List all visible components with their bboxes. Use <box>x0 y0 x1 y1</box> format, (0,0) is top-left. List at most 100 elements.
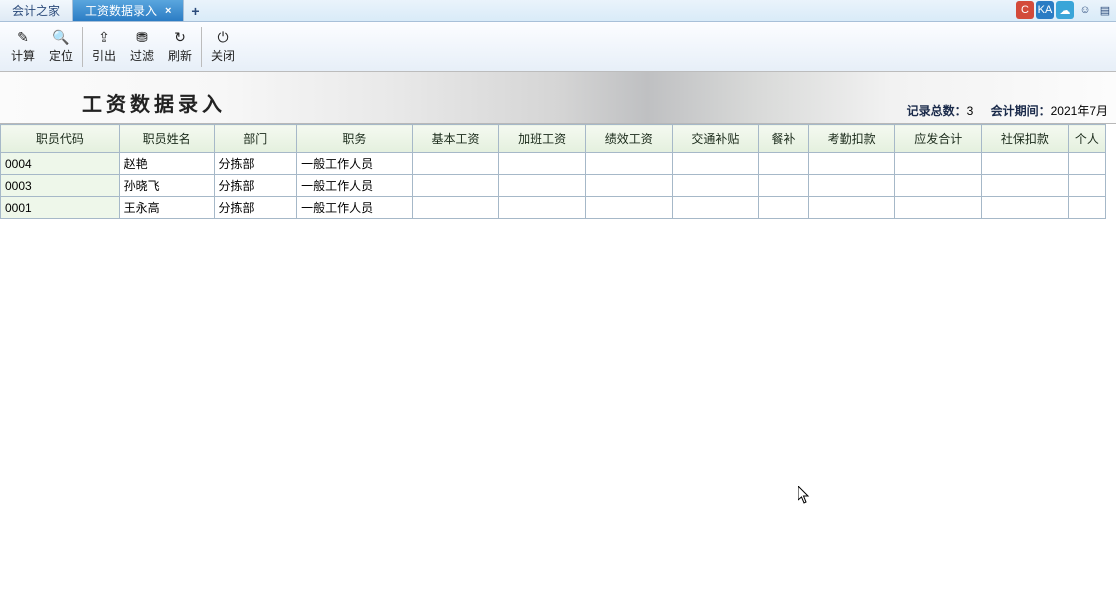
refresh-icon: ↻ <box>172 29 188 45</box>
grid-wrapper[interactable]: 职员代码 职员姓名 部门 职务 基本工资 加班工资 绩效工资 交通补贴 餐补 考… <box>0 124 1116 605</box>
chat-icon[interactable]: ▤ <box>1096 1 1114 19</box>
table-row[interactable]: 0004赵艳分拣部一般工作人员 <box>1 153 1106 175</box>
cell-payable[interactable] <box>895 175 982 197</box>
export-label: 引出 <box>92 47 116 64</box>
c-icon[interactable]: C <box>1016 1 1034 19</box>
cell-attend[interactable] <box>808 175 895 197</box>
col-ot[interactable]: 加班工资 <box>499 125 586 153</box>
record-count-value: 3 <box>967 104 974 118</box>
cell-attend[interactable] <box>808 197 895 219</box>
col-personal[interactable]: 个人 <box>1068 125 1105 153</box>
cell-duty[interactable]: 一般工作人员 <box>297 197 413 219</box>
cell-personal[interactable] <box>1068 153 1105 175</box>
cell-transport[interactable] <box>672 175 759 197</box>
cell-perf[interactable] <box>585 153 672 175</box>
locate-label: 定位 <box>49 47 73 64</box>
cell-name[interactable]: 王永高 <box>119 197 214 219</box>
col-payable[interactable]: 应发合计 <box>895 125 982 153</box>
col-base[interactable]: 基本工资 <box>412 125 499 153</box>
tab-accounting-home[interactable]: 会计之家 <box>0 0 73 21</box>
col-transport[interactable]: 交通补贴 <box>672 125 759 153</box>
tab-label: 会计之家 <box>12 2 60 19</box>
calc-icon: ✎ <box>15 29 31 45</box>
filter-label: 过滤 <box>130 47 154 64</box>
cell-code[interactable]: 0004 <box>1 153 120 175</box>
col-attend[interactable]: 考勤扣款 <box>808 125 895 153</box>
cell-perf[interactable] <box>585 175 672 197</box>
cell-name[interactable]: 孙晓飞 <box>119 175 214 197</box>
col-name[interactable]: 职员姓名 <box>119 125 214 153</box>
col-meal[interactable]: 餐补 <box>759 125 809 153</box>
cell-social[interactable] <box>982 197 1069 219</box>
banner-info: 记录总数：3 会计期间：2021年7月 <box>893 102 1108 119</box>
cell-dept[interactable]: 分拣部 <box>214 153 297 175</box>
cell-payable[interactable] <box>895 153 982 175</box>
table-row[interactable]: 0003孙晓飞分拣部一般工作人员 <box>1 175 1106 197</box>
toolbar-separator <box>201 27 202 67</box>
cell-transport[interactable] <box>672 197 759 219</box>
table-row[interactable]: 0001王永高分拣部一般工作人员 <box>1 197 1106 219</box>
cell-code[interactable]: 0001 <box>1 197 120 219</box>
cell-ot[interactable] <box>499 153 586 175</box>
refresh-button[interactable]: ↻ 刷新 <box>161 24 199 70</box>
cell-base[interactable] <box>412 175 499 197</box>
cell-name[interactable]: 赵艳 <box>119 153 214 175</box>
close-button[interactable]: ⏻ 关闭 <box>204 24 242 70</box>
cell-transport[interactable] <box>672 153 759 175</box>
filter-icon: ⛃ <box>134 29 150 45</box>
cell-base[interactable] <box>412 153 499 175</box>
tab-label: 工资数据录入 <box>85 2 157 19</box>
refresh-label: 刷新 <box>168 47 192 64</box>
record-count-group: 记录总数：3 <box>907 104 977 118</box>
cell-attend[interactable] <box>808 153 895 175</box>
grid-header-row: 职员代码 职员姓名 部门 职务 基本工资 加班工资 绩效工资 交通补贴 餐补 考… <box>1 125 1106 153</box>
period-group: 会计期间：2021年7月 <box>991 104 1108 118</box>
col-duty[interactable]: 职务 <box>297 125 413 153</box>
calc-label: 计算 <box>11 47 35 64</box>
tab-bar: 会计之家 工资数据录入 × + C KA ☁ ☺ ▤ <box>0 0 1116 22</box>
add-tab-button[interactable]: + <box>184 0 206 21</box>
toolbar-separator <box>82 27 83 67</box>
cloud-icon[interactable]: ☁ <box>1056 1 1074 19</box>
close-icon[interactable]: × <box>165 5 171 17</box>
cell-perf[interactable] <box>585 197 672 219</box>
cell-ot[interactable] <box>499 175 586 197</box>
cell-code[interactable]: 0003 <box>1 175 120 197</box>
cell-meal[interactable] <box>759 153 809 175</box>
toolbar: ✎ 计算 🔍 定位 ⇪ 引出 ⛃ 过滤 ↻ 刷新 ⏻ 关闭 <box>0 22 1116 72</box>
banner: 工资数据录入 记录总数：3 会计期间：2021年7月 <box>0 72 1116 124</box>
smile-icon[interactable]: ☺ <box>1076 1 1094 19</box>
cell-social[interactable] <box>982 153 1069 175</box>
cell-payable[interactable] <box>895 197 982 219</box>
col-code[interactable]: 职员代码 <box>1 125 120 153</box>
cell-personal[interactable] <box>1068 175 1105 197</box>
close-label: 关闭 <box>211 47 235 64</box>
export-icon: ⇪ <box>96 29 112 45</box>
col-perf[interactable]: 绩效工资 <box>585 125 672 153</box>
locate-button[interactable]: 🔍 定位 <box>42 24 80 70</box>
cell-ot[interactable] <box>499 197 586 219</box>
cell-meal[interactable] <box>759 197 809 219</box>
calc-button[interactable]: ✎ 计算 <box>4 24 42 70</box>
cell-dept[interactable]: 分拣部 <box>214 197 297 219</box>
ka-icon[interactable]: KA <box>1036 1 1054 19</box>
cell-duty[interactable]: 一般工作人员 <box>297 175 413 197</box>
close-icon: ⏻ <box>215 29 231 45</box>
col-dept[interactable]: 部门 <box>214 125 297 153</box>
filter-button[interactable]: ⛃ 过滤 <box>123 24 161 70</box>
record-count-label: 记录总数： <box>907 104 967 118</box>
cell-meal[interactable] <box>759 175 809 197</box>
cell-social[interactable] <box>982 175 1069 197</box>
col-social[interactable]: 社保扣款 <box>982 125 1069 153</box>
cell-duty[interactable]: 一般工作人员 <box>297 153 413 175</box>
cell-personal[interactable] <box>1068 197 1105 219</box>
export-button[interactable]: ⇪ 引出 <box>85 24 123 70</box>
page-title: 工资数据录入 <box>82 88 226 117</box>
period-label: 会计期间： <box>991 104 1051 118</box>
locate-icon: 🔍 <box>53 29 69 45</box>
tab-salary-entry[interactable]: 工资数据录入 × <box>73 0 184 21</box>
cell-dept[interactable]: 分拣部 <box>214 175 297 197</box>
salary-grid[interactable]: 职员代码 职员姓名 部门 职务 基本工资 加班工资 绩效工资 交通补贴 餐补 考… <box>0 124 1106 219</box>
period-value: 2021年7月 <box>1051 104 1108 118</box>
cell-base[interactable] <box>412 197 499 219</box>
